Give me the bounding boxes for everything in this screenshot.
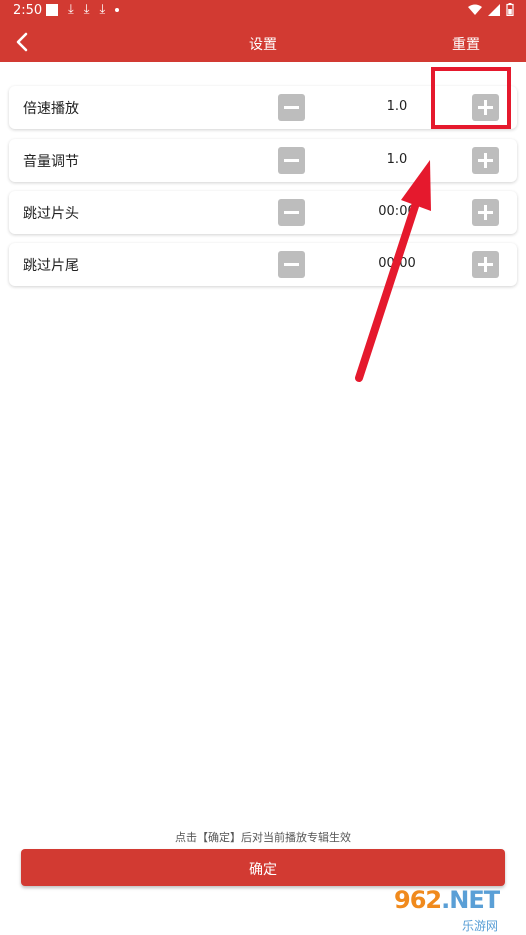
confirm-button-label: 确定 [249,862,277,878]
watermark: 962.NET 乐游网 [388,884,526,935]
confirm-button[interactable]: 确定 [21,849,505,886]
hint-text: 点击【确定】后对当前播放专辑生效 [175,831,351,844]
watermark-logo: 962.NET 乐游网 [388,884,526,935]
watermark-subtitle: 乐游网 [462,919,499,933]
annotation-arrow-icon [355,160,431,382]
watermark-logo-text: 962.NET [394,886,500,914]
